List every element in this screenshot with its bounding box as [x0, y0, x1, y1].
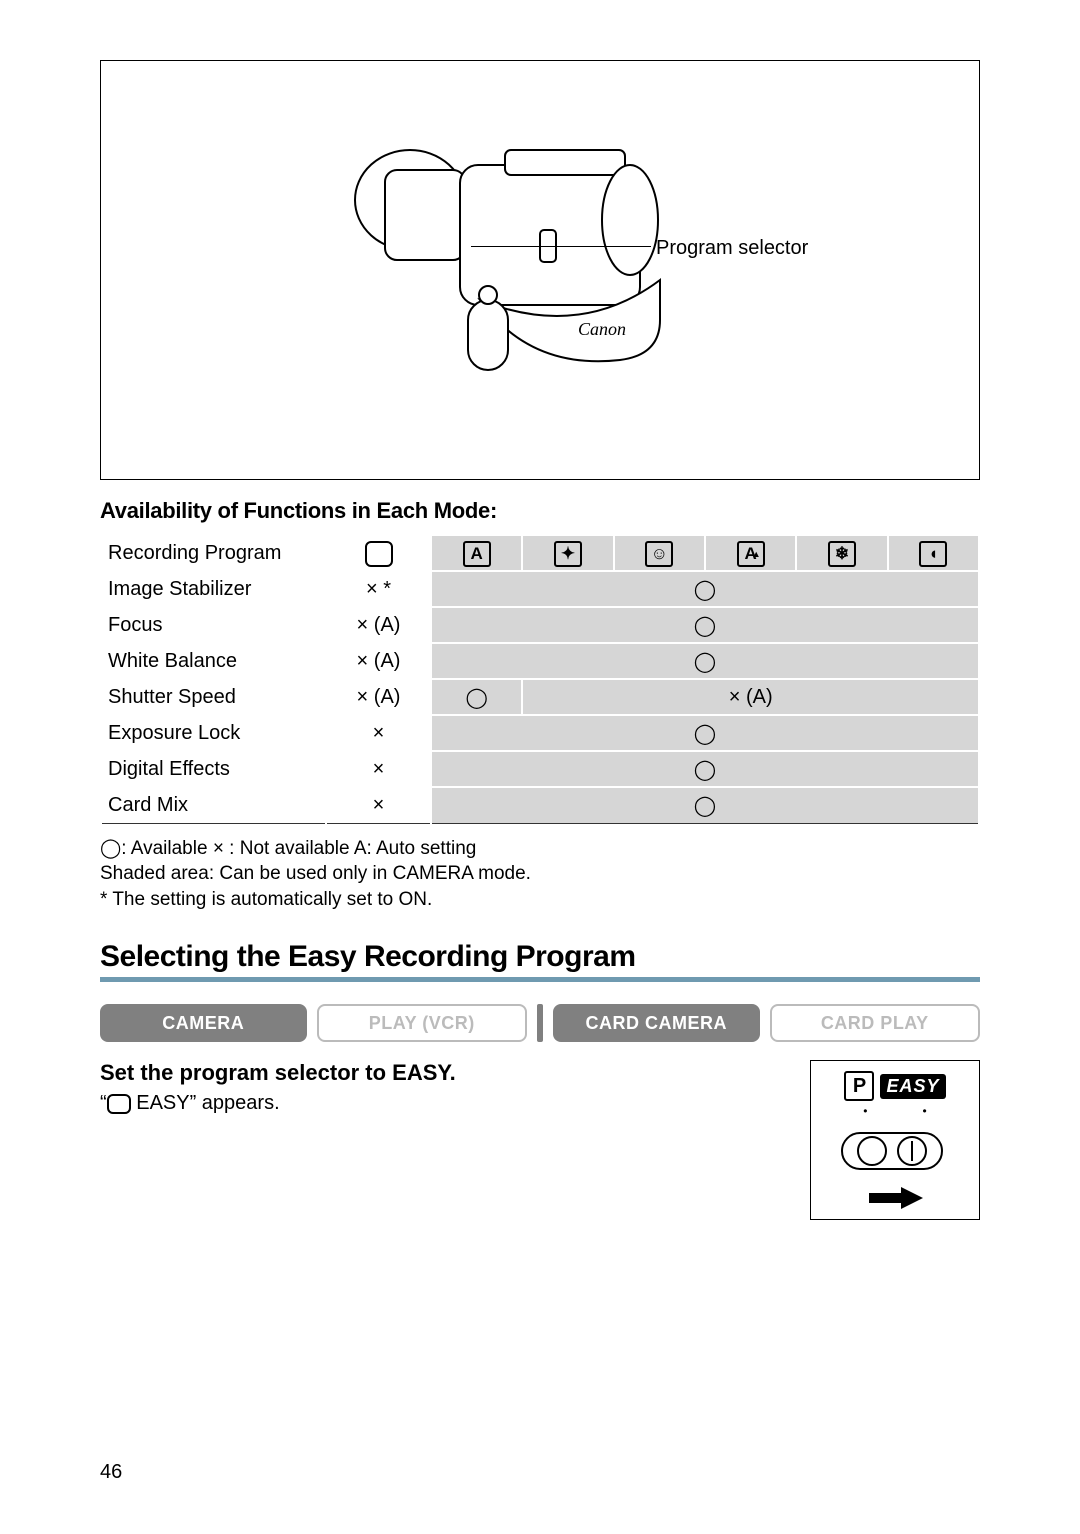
mode-row: CAMERA PLAY (VCR) CARD CAMERA CARD PLAY — [100, 1004, 980, 1042]
svg-text:Canon: Canon — [578, 319, 626, 339]
cell-shaded-span: ◯ — [431, 751, 979, 787]
instruction-sub: “ EASY” appears. — [100, 1092, 456, 1115]
table-legend: ◯: Available × : Not available A: Auto s… — [100, 836, 980, 913]
cell-easy: × * — [326, 571, 431, 607]
mode-separator — [537, 1004, 543, 1042]
cell-easy: × — [326, 715, 431, 751]
mode-pill-card-play: CARD PLAY — [770, 1004, 981, 1042]
selector-switch-svg — [840, 1123, 950, 1183]
function-availability-table: Recording Program A ✦ ☺ A▲ ❄ ◖ Image Sta… — [100, 534, 980, 824]
cell-easy: × (A) — [326, 607, 431, 643]
cell-shaded-span: ◯ — [431, 643, 979, 679]
mode-pill-card-camera: CARD CAMERA — [553, 1004, 760, 1042]
mode-pill-camera: CAMERA — [100, 1004, 307, 1042]
mode-icon-sports: ✦ — [522, 535, 613, 571]
function-label: Image Stabilizer — [101, 571, 326, 607]
easy-appears-text: EASY” appears. — [131, 1092, 280, 1114]
mode-icon-easy — [326, 535, 431, 571]
instruction-heading: Set the program selector to EASY. — [100, 1060, 456, 1086]
function-label: Exposure Lock — [101, 715, 326, 751]
table-row: Focus× (A)◯ — [101, 607, 979, 643]
cell-shaded-span: ◯ — [431, 715, 979, 751]
cell-shaded-span: × (A) — [522, 679, 979, 715]
instruction-text-block: Set the program selector to EASY. “ EASY… — [100, 1060, 456, 1115]
camcorder-svg: Canon — [330, 110, 750, 430]
availability-heading: Availability of Functions in Each Mode: — [100, 498, 980, 524]
p-box: P — [844, 1071, 874, 1101]
mode-pill-play-vcr: PLAY (VCR) — [317, 1004, 528, 1042]
section-title: Selecting the Easy Recording Program — [100, 940, 980, 982]
table-row: Shutter Speed× (A)◯× (A) — [101, 679, 979, 715]
instruction-row: Set the program selector to EASY. “ EASY… — [100, 1060, 980, 1220]
table-row: White Balance× (A)◯ — [101, 643, 979, 679]
function-label: Digital Effects — [101, 751, 326, 787]
mode-icon-portrait: ☺ — [614, 535, 705, 571]
quote-open: “ — [100, 1092, 107, 1114]
table-row: Image Stabilizer× *◯ — [101, 571, 979, 607]
recording-program-label: Recording Program — [101, 535, 326, 571]
arrow-right-icon — [865, 1187, 925, 1209]
function-label: Focus — [101, 607, 326, 643]
function-label: White Balance — [101, 643, 326, 679]
table-row: Digital Effects×◯ — [101, 751, 979, 787]
cell-easy: × — [326, 751, 431, 787]
function-label: Card Mix — [101, 787, 326, 823]
mode-icon-low-light: ◖ — [888, 535, 979, 571]
legend-line-3: * The setting is automatically set to ON… — [100, 887, 980, 913]
table-row: Card Mix×◯ — [101, 787, 979, 823]
cell-shaded-span: ◯ — [431, 571, 979, 607]
cell-shaded-span: ◯ — [431, 787, 979, 823]
function-label: Shutter Speed — [101, 679, 326, 715]
diagram-box: Canon Program selector — [100, 60, 980, 480]
mode-icon-spotlight: A▲ — [705, 535, 796, 571]
cell-shaded-span: ◯ — [431, 607, 979, 643]
legend-line-2: Shaded area: Can be used only in CAMERA … — [100, 861, 980, 887]
legend-line-1: ◯: Available × : Not available A: Auto s… — [100, 836, 980, 862]
selector-labels: P EASY — [844, 1071, 945, 1101]
selector-diagram: P EASY •• — [810, 1060, 980, 1220]
cell-easy: × (A) — [326, 679, 431, 715]
cell-shaded: ◯ — [431, 679, 522, 715]
cell-easy: × — [326, 787, 431, 823]
cell-easy: × (A) — [326, 643, 431, 679]
mode-icon-auto: A — [431, 535, 522, 571]
easy-icon-inline — [107, 1094, 131, 1114]
table-row: Exposure Lock×◯ — [101, 715, 979, 751]
table-header-row: Recording Program A ✦ ☺ A▲ ❄ ◖ — [101, 535, 979, 571]
page-number: 46 — [100, 1461, 122, 1484]
selector-dots: •• — [863, 1104, 926, 1118]
program-selector-label: Program selector — [656, 237, 808, 260]
easy-box: EASY — [880, 1074, 945, 1099]
label-leader-line — [471, 246, 651, 247]
mode-icon-sand-snow: ❄ — [796, 535, 887, 571]
camcorder-illustration: Canon — [330, 110, 750, 430]
